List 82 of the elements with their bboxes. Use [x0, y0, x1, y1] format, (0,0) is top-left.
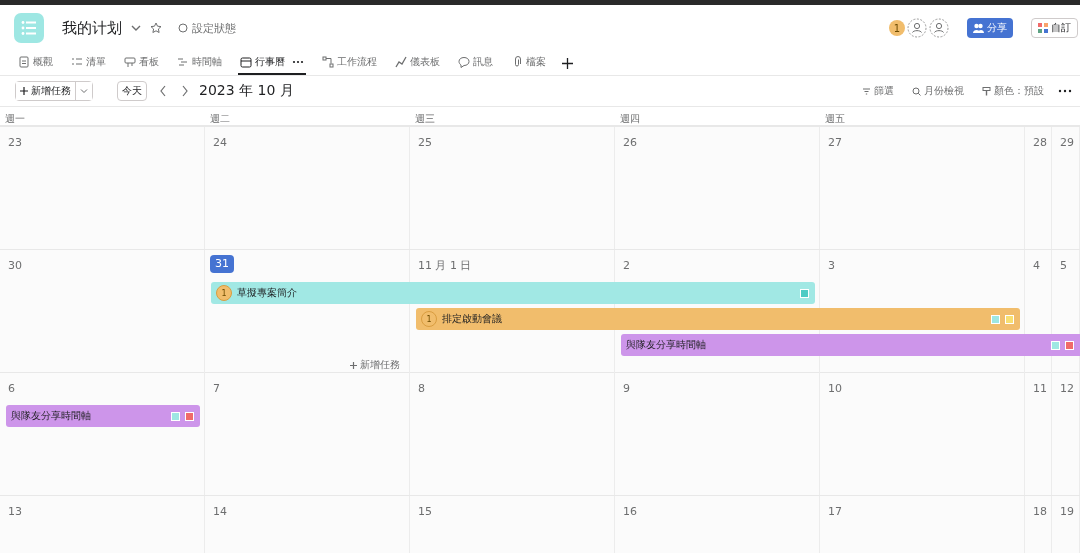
view-tab[interactable]: 檔案 — [509, 51, 548, 75]
event-title: 排定啟動會議 — [442, 312, 502, 326]
filter-icon — [862, 86, 871, 96]
weekday-label: 週四 — [619, 112, 641, 124]
date-label: 12 — [1060, 382, 1074, 396]
date-label: 13 — [8, 505, 22, 519]
chevron-left-icon[interactable] — [159, 85, 167, 97]
view-tab[interactable]: 儀表板 — [393, 51, 442, 75]
event-bar-segment[interactable] — [211, 282, 410, 304]
date-label: 11 月 1 日 — [418, 259, 472, 273]
view-tab[interactable]: 概觀 — [16, 51, 55, 75]
document-icon — [18, 56, 30, 68]
grid-icon — [1038, 23, 1048, 33]
today-date-badge: 31 — [210, 255, 234, 273]
view-tab[interactable]: 看板 — [122, 51, 161, 75]
event-bar-segment[interactable] — [621, 334, 820, 356]
date-label: 8 — [418, 382, 425, 396]
zoom-icon — [912, 86, 921, 96]
plus-icon — [20, 87, 28, 95]
date-label: 17 — [828, 505, 842, 519]
add-task-button[interactable]: 新增任務 — [350, 358, 400, 372]
date-label: 2 — [623, 259, 630, 273]
date-label: 25 — [418, 136, 432, 150]
date-label: 14 — [213, 505, 227, 519]
paint-roller-icon — [982, 86, 991, 96]
calendar-icon — [240, 56, 252, 68]
event-title: 與隊友分享時間軸 — [11, 409, 91, 423]
date-label: 23 — [8, 136, 22, 150]
member-count[interactable]: 1 — [889, 20, 905, 36]
person-icon[interactable] — [929, 18, 949, 38]
event-bar-segment[interactable] — [6, 405, 200, 427]
timeline-icon — [177, 56, 189, 68]
view-tab[interactable]: 清單 — [69, 51, 108, 75]
project-title: 我的计划 — [62, 18, 122, 38]
date-label: 10 — [828, 382, 842, 396]
date-label: 24 — [213, 136, 227, 150]
people-icon — [973, 23, 984, 33]
person-icon[interactable] — [907, 18, 927, 38]
date-label: 26 — [623, 136, 637, 150]
date-label: 16 — [623, 505, 637, 519]
weekday-label: 週五 — [824, 112, 846, 124]
date-label: 29 — [1060, 136, 1074, 150]
event-bar-segment[interactable] — [416, 308, 615, 330]
month-title: 2023 年 10 月 — [199, 82, 294, 100]
date-label: 18 — [1033, 505, 1047, 519]
date-label: 6 — [8, 382, 15, 396]
board-icon — [124, 56, 136, 68]
line-chart-icon — [395, 56, 407, 68]
view-tab[interactable]: 時間軸 — [175, 51, 224, 75]
share-button[interactable]: 分享 — [967, 18, 1013, 38]
view-tab[interactable]: 行事曆 — [238, 51, 306, 75]
event-title: 與隊友分享時間軸 — [626, 338, 706, 352]
circle-icon — [178, 23, 188, 33]
date-label: 15 — [418, 505, 432, 519]
date-label: 5 — [1060, 259, 1067, 273]
date-label: 3 — [828, 259, 835, 273]
customize-button[interactable]: 自訂 — [1031, 18, 1078, 38]
chevron-right-icon[interactable] — [181, 85, 189, 97]
date-label: 4 — [1033, 259, 1040, 273]
date-label: 9 — [623, 382, 630, 396]
list-icon — [71, 56, 83, 68]
date-label: 27 — [828, 136, 842, 150]
view-tab[interactable]: 工作流程 — [320, 51, 379, 75]
chevron-down-icon — [80, 87, 88, 95]
flow-icon — [322, 56, 334, 68]
status-button[interactable]: 設定狀態 — [192, 20, 236, 36]
chat-bubble-icon — [458, 56, 470, 68]
event-title: 草擬專案簡介 — [237, 286, 297, 300]
view-tab[interactable]: 訊息 — [456, 51, 495, 75]
date-label: 30 — [8, 259, 22, 273]
date-label: 7 — [213, 382, 220, 396]
weekday-label: 週三 — [414, 112, 436, 124]
weekday-label: 週一 — [4, 112, 26, 124]
star-icon[interactable] — [150, 22, 162, 34]
today-button[interactable]: 今天 — [117, 81, 147, 101]
date-label: 11 — [1033, 382, 1047, 396]
weekday-label: 週二 — [209, 112, 231, 124]
date-label: 28 — [1033, 136, 1047, 150]
plus-icon — [350, 361, 357, 369]
date-label: 19 — [1060, 505, 1074, 519]
plus-icon[interactable] — [562, 57, 573, 69]
list-icon — [14, 13, 44, 43]
